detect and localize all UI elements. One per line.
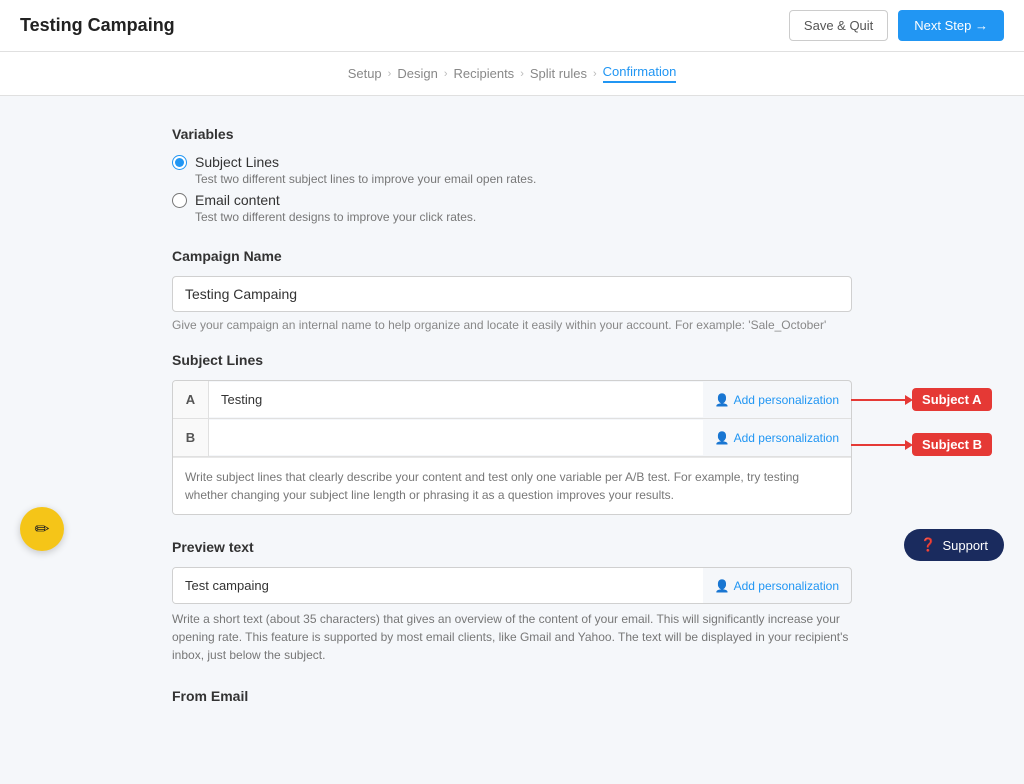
preview-text-row: 👤 Add personalization: [172, 567, 852, 604]
person-icon-a: 👤: [715, 393, 730, 407]
add-personalization-a-button[interactable]: 👤 Add personalization: [703, 393, 851, 407]
header: Testing Campaing Save & Quit Next Step →: [0, 0, 1024, 52]
annotation-subject-b: Subject B: [851, 433, 992, 456]
main-content: Variables Subject Lines Test two differe…: [152, 96, 872, 784]
subject-lines-box: A 👤 Add personalization B 👤 Add personal…: [172, 380, 852, 515]
radio-subject-lines[interactable]: [172, 155, 187, 170]
question-icon: ❓: [920, 537, 936, 553]
pencil-icon: ✏: [34, 519, 49, 540]
preview-text-section: Preview text 👤 Add personalization Write…: [172, 539, 852, 664]
campaign-name-input[interactable]: [172, 276, 852, 312]
subject-row-a: A 👤 Add personalization: [173, 381, 851, 419]
radio-option-subject-lines: Subject Lines Test two different subject…: [172, 154, 852, 186]
breadcrumb: Setup › Design › Recipients › Split rule…: [0, 52, 1024, 96]
annotation-badge-b: Subject B: [912, 433, 992, 456]
breadcrumb-split-rules[interactable]: Split rules: [530, 66, 587, 81]
annotation-badge-a: Subject A: [912, 388, 991, 411]
support-label: Support: [942, 538, 988, 553]
preview-text-hint: Write a short text (about 35 characters)…: [172, 610, 852, 664]
breadcrumb-sep-1: ›: [388, 68, 392, 80]
radio-option-email-content: Email content Test two different designs…: [172, 192, 852, 224]
subject-input-b[interactable]: [209, 420, 703, 455]
fab-button[interactable]: ✏: [20, 507, 64, 551]
add-personalization-a-label: Add personalization: [734, 393, 839, 407]
subject-letter-b: B: [173, 419, 209, 456]
support-button[interactable]: ❓ Support: [904, 529, 1004, 561]
subject-lines-label: Subject Lines: [172, 352, 852, 368]
breadcrumb-design[interactable]: Design: [397, 66, 437, 81]
breadcrumb-sep-3: ›: [520, 68, 524, 80]
annotations: Subject A Subject B: [851, 380, 992, 456]
radio-row-subject-lines: Subject Lines: [172, 154, 852, 170]
campaign-name-label: Campaign Name: [172, 248, 852, 264]
arrow-a: [851, 399, 906, 401]
subject-lines-wrapper: A 👤 Add personalization B 👤 Add personal…: [172, 380, 852, 515]
radio-label-email-content: Email content: [195, 192, 280, 208]
variables-section: Variables Subject Lines Test two differe…: [172, 126, 852, 224]
subject-input-a[interactable]: [209, 382, 703, 417]
breadcrumb-sep-2: ›: [444, 68, 448, 80]
breadcrumb-setup[interactable]: Setup: [348, 66, 382, 81]
subject-letter-a: A: [173, 381, 209, 418]
variables-radio-group: Subject Lines Test two different subject…: [172, 154, 852, 224]
annotation-subject-a: Subject A: [851, 388, 992, 411]
radio-desc-email-content: Test two different designs to improve yo…: [195, 210, 852, 224]
save-quit-button[interactable]: Save & Quit: [789, 10, 888, 41]
subject-lines-section: Subject Lines A 👤 Add personalization B: [172, 352, 852, 515]
header-actions: Save & Quit Next Step →: [789, 10, 1004, 41]
breadcrumb-sep-4: ›: [593, 68, 597, 80]
campaign-name-hint: Give your campaign an internal name to h…: [172, 318, 852, 332]
arrowhead-b: [905, 440, 913, 450]
variables-label: Variables: [172, 126, 852, 142]
from-email-label: From Email: [172, 688, 852, 704]
breadcrumb-confirmation[interactable]: Confirmation: [603, 64, 677, 83]
radio-label-subject-lines: Subject Lines: [195, 154, 279, 170]
person-icon-b: 👤: [715, 431, 730, 445]
radio-row-email-content: Email content: [172, 192, 852, 208]
subject-lines-hint: Write subject lines that clearly describ…: [173, 457, 851, 514]
preview-text-input[interactable]: [173, 568, 703, 603]
radio-email-content[interactable]: [172, 193, 187, 208]
add-personalization-b-label: Add personalization: [734, 431, 839, 445]
from-email-section: From Email: [172, 688, 852, 704]
next-step-button[interactable]: Next Step →: [898, 10, 1004, 41]
add-personalization-b-button[interactable]: 👤 Add personalization: [703, 431, 851, 445]
page-title: Testing Campaing: [20, 15, 175, 36]
arrowhead-a: [905, 395, 913, 405]
breadcrumb-recipients[interactable]: Recipients: [453, 66, 514, 81]
arrow-b: [851, 444, 906, 446]
radio-desc-subject-lines: Test two different subject lines to impr…: [195, 172, 852, 186]
subject-row-b: B 👤 Add personalization: [173, 419, 851, 457]
preview-text-label: Preview text: [172, 539, 852, 555]
campaign-name-section: Campaign Name Give your campaign an inte…: [172, 248, 852, 332]
